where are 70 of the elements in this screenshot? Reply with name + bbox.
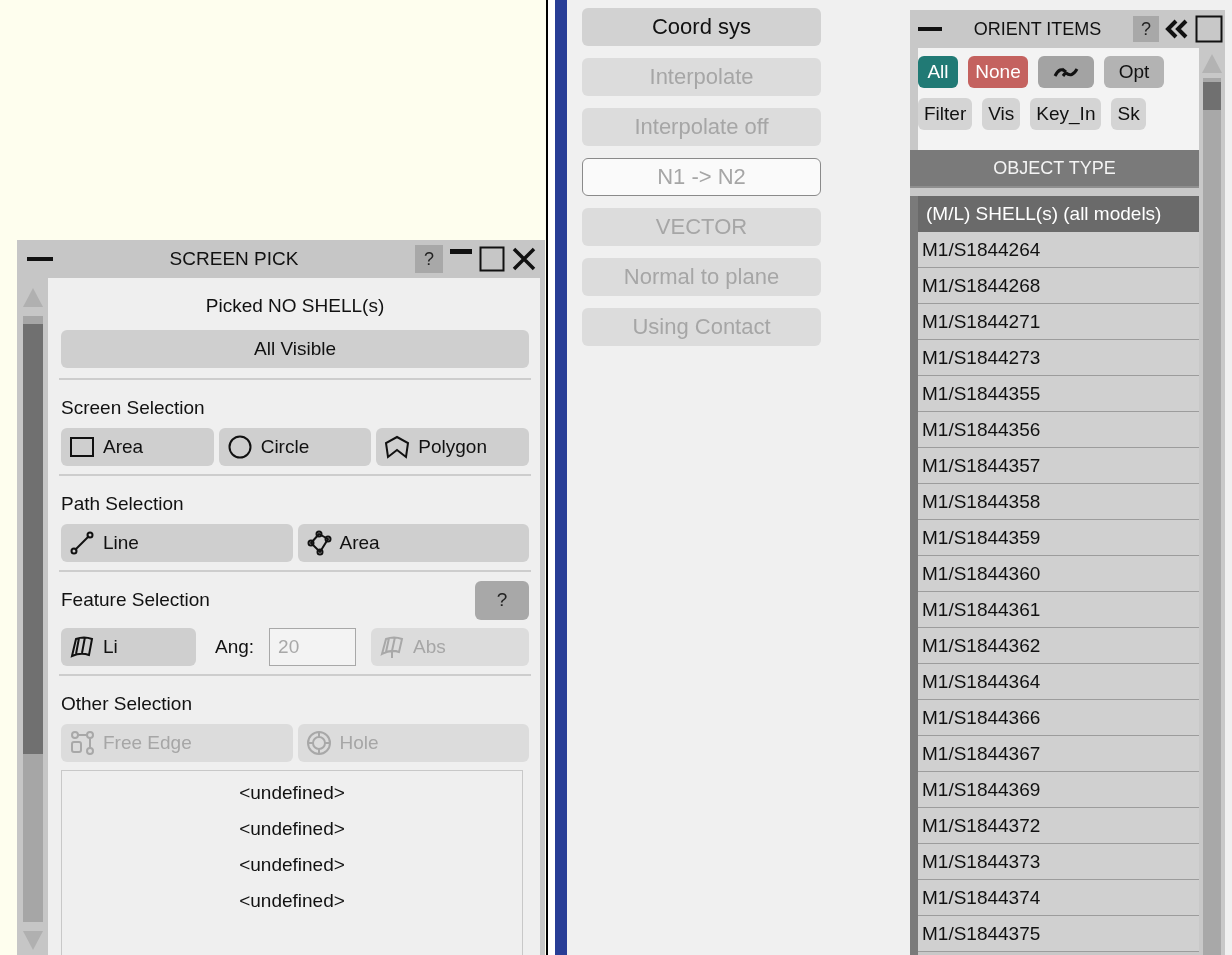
item-row[interactable]: M1/S1844271 bbox=[918, 304, 1199, 340]
action-button[interactable]: Coord sys bbox=[582, 8, 821, 46]
selection-button[interactable]: Line bbox=[61, 524, 293, 562]
scrollbar[interactable] bbox=[22, 316, 43, 922]
item-row[interactable]: M1/S1844359 bbox=[918, 520, 1199, 556]
help-button[interactable]: ? bbox=[415, 245, 443, 273]
double-chevron-icon[interactable] bbox=[1165, 18, 1189, 40]
tool-button[interactable]: Key_In bbox=[1030, 98, 1102, 130]
list-item[interactable]: <undefined> bbox=[239, 853, 345, 877]
item-row[interactable]: M1/S1844358 bbox=[918, 484, 1199, 520]
edge-nodes-icon bbox=[69, 730, 95, 756]
item-row[interactable]: M1/S1844362 bbox=[918, 628, 1199, 664]
hole-icon bbox=[305, 730, 332, 756]
item-row[interactable]: M1/S1844367 bbox=[918, 736, 1199, 772]
list-item[interactable]: <undefined> bbox=[239, 781, 345, 805]
all-visible-button[interactable]: All Visible bbox=[61, 330, 529, 368]
collapse-icon[interactable] bbox=[918, 26, 942, 32]
circle-icon bbox=[226, 434, 253, 460]
node-path-icon bbox=[305, 530, 332, 556]
scrollbar[interactable] bbox=[1203, 78, 1221, 955]
select-all-button[interactable]: All bbox=[918, 56, 958, 88]
options-button[interactable]: Opt bbox=[1104, 56, 1164, 88]
group-row[interactable]: (M/L) SHELL(s) (all models) bbox=[918, 196, 1199, 232]
item-row[interactable]: M1/S1844268 bbox=[918, 268, 1199, 304]
item-row[interactable]: M1/S1844264 bbox=[918, 232, 1199, 268]
item-row[interactable]: M1/S1844374 bbox=[918, 880, 1199, 916]
status-text: Picked NO SHELL(s) bbox=[204, 294, 386, 318]
selection-button[interactable]: Area bbox=[297, 524, 529, 562]
item-row[interactable]: M1/S1844273 bbox=[918, 340, 1199, 376]
angle-label: Ang: bbox=[215, 636, 255, 658]
item-row[interactable]: M1/S1844360 bbox=[918, 556, 1199, 592]
item-row[interactable]: M1/S1844372 bbox=[918, 808, 1199, 844]
selection-button[interactable]: Area bbox=[61, 428, 214, 466]
help-button[interactable]: ? bbox=[475, 580, 529, 620]
collapse-icon[interactable] bbox=[27, 256, 53, 262]
item-row[interactable]: M1/S1844373 bbox=[918, 844, 1199, 880]
tool-button[interactable]: Filter bbox=[918, 98, 973, 130]
column-header: OBJECT TYPE bbox=[910, 150, 1199, 188]
polygon-icon bbox=[384, 434, 411, 460]
section-title: Other Selection bbox=[61, 693, 192, 715]
swap-button[interactable] bbox=[1038, 56, 1094, 88]
help-button[interactable]: ? bbox=[1133, 16, 1159, 42]
item-row[interactable]: M1/S1844369 bbox=[918, 772, 1199, 808]
section-title: Screen Selection bbox=[61, 397, 205, 419]
tool-button[interactable]: Sk bbox=[1111, 98, 1146, 130]
tool-button[interactable]: Vis bbox=[982, 98, 1021, 130]
item-row[interactable]: M1/S1844355 bbox=[918, 376, 1199, 412]
selection-button[interactable]: Circle bbox=[218, 428, 372, 466]
list-item[interactable]: <undefined> bbox=[239, 889, 345, 913]
item-row[interactable]: M1/S1844361 bbox=[918, 592, 1199, 628]
item-row[interactable]: M1/S1844356 bbox=[918, 412, 1199, 448]
square-icon bbox=[69, 434, 95, 460]
select-none-button[interactable]: None bbox=[968, 56, 1028, 88]
panel-title: ORIENT ITEMS bbox=[972, 18, 1103, 40]
surface-icon bbox=[69, 634, 95, 660]
maximize-icon[interactable] bbox=[479, 246, 505, 272]
surface-icon bbox=[379, 634, 406, 660]
section-title: Feature Selection bbox=[61, 589, 210, 611]
line-icon bbox=[69, 530, 95, 556]
item-row[interactable]: M1/S1844357 bbox=[918, 448, 1199, 484]
item-row[interactable]: M1/S1844364 bbox=[918, 664, 1199, 700]
selection-button[interactable]: Polygon bbox=[376, 428, 529, 466]
list-item[interactable]: <undefined> bbox=[239, 817, 345, 841]
section-title: Path Selection bbox=[61, 493, 184, 515]
item-row[interactable]: M1/S1844375 bbox=[918, 916, 1199, 952]
selection-button[interactable]: Li bbox=[61, 628, 196, 666]
maximize-icon[interactable] bbox=[1195, 15, 1223, 43]
item-row[interactable]: M1/S1844366 bbox=[918, 700, 1199, 736]
close-icon[interactable] bbox=[511, 246, 537, 272]
window-title: SCREEN PICK bbox=[168, 248, 300, 270]
